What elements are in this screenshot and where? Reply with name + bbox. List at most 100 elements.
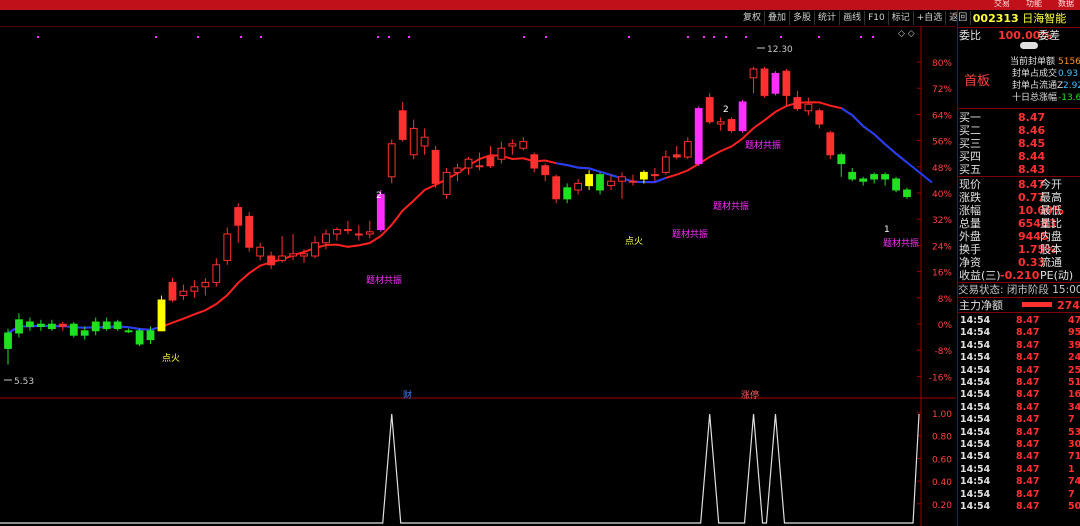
tick-time: 14:54	[960, 315, 991, 326]
signal-dot	[545, 36, 547, 38]
ignite-label: 点火	[162, 353, 180, 364]
tick-price: 8.47	[1016, 414, 1040, 426]
candle-body	[289, 253, 298, 257]
tick-row: 14:54 8.47 53	[958, 427, 1080, 439]
signal-dot	[860, 36, 862, 38]
toolbar-add-fav[interactable]: +自选	[914, 11, 947, 25]
toolbar-draw[interactable]: 画线	[840, 11, 866, 25]
signal-dot	[37, 36, 39, 38]
divider	[958, 297, 1080, 298]
toolbar-mark[interactable]: 标记	[889, 11, 914, 25]
osc-tick-label: 0.60	[932, 455, 952, 465]
menu-function[interactable]: 功能	[1026, 0, 1042, 10]
candle-body	[157, 299, 166, 332]
candle-body	[398, 110, 407, 140]
toggle-icon[interactable]	[1020, 42, 1038, 49]
tick-price: 8.47	[1016, 327, 1040, 339]
signal-dot	[240, 36, 242, 38]
tick-price: 8.47	[1016, 315, 1040, 326]
candle-body	[607, 180, 615, 187]
tick-row: 14:54 8.47 1	[958, 464, 1080, 476]
candle-body	[102, 321, 111, 330]
count-label: 1	[884, 225, 890, 235]
candle-body	[223, 233, 232, 261]
menu-data[interactable]: 数据	[1058, 0, 1074, 10]
stat-value: -0.210	[1000, 269, 1040, 282]
stat-row: 收益(三) -0.210 PE(动)	[958, 269, 1080, 282]
ma-line-blue	[840, 107, 908, 164]
kline-chart[interactable]: 80% 72% 64% 56% 48% 40% 32% 24% 16% 8% 0% -8% -16% 1.…	[0, 26, 956, 526]
candle-body	[190, 286, 199, 292]
low-price-label: 5.53	[14, 377, 34, 387]
candle-body	[256, 246, 265, 257]
tick-price: 8.47	[1016, 377, 1040, 388]
candle-body	[541, 165, 550, 176]
divider	[958, 108, 1080, 109]
candle-body	[826, 132, 835, 156]
signal-dot	[687, 36, 689, 38]
menu-trade[interactable]: 交易	[994, 0, 1010, 10]
tick-row: 14:54 8.47 95	[958, 327, 1080, 339]
tick-volume: 25	[1068, 364, 1080, 376]
tick-price: 8.47	[1016, 364, 1040, 376]
toolbar-stats[interactable]: 统计	[815, 11, 841, 25]
candle-body	[661, 156, 670, 173]
tick-price: 8.47	[1016, 401, 1040, 413]
candle-body	[804, 103, 813, 112]
stat-label-2: 内盘	[1040, 230, 1062, 243]
candle-body	[453, 167, 462, 173]
theme-resonance-label: 题材共振	[672, 228, 708, 240]
toolbar-fuquan[interactable]: 复权	[740, 11, 766, 25]
osc-tick-label: 0.80	[932, 433, 952, 443]
candle-body	[146, 330, 155, 341]
candle-body	[596, 174, 604, 191]
candle-body	[585, 174, 594, 187]
candle-body	[69, 323, 78, 336]
toolbar-multi[interactable]: 多股	[790, 11, 816, 25]
tick-row: 14:54 8.47 25	[958, 365, 1080, 377]
signal-dot	[703, 36, 705, 38]
tick-volume: 47	[1068, 315, 1080, 326]
tick-volume: 71	[1068, 451, 1080, 463]
count-label: 2	[723, 105, 729, 115]
candle-body	[245, 215, 254, 248]
tick-time: 14:54	[960, 389, 991, 401]
tick-volume: 95	[1068, 327, 1080, 339]
stat-label: 涨跌	[959, 191, 981, 204]
candle-body	[420, 136, 429, 147]
osc-tick-label: 0.20	[932, 501, 952, 511]
candle-body	[234, 207, 243, 226]
price-tick-label: 48%	[932, 164, 952, 174]
tick-row: 14:54 8.47 74	[958, 476, 1080, 488]
chart-labels: 12.305.53点火点火题材共振题材共振题材共振题材共振题材共振221财 涨停◇…	[4, 29, 919, 401]
candle-body	[354, 233, 363, 236]
candle-body	[837, 154, 846, 165]
tick-time: 14:54	[960, 488, 991, 500]
bid-row-1: 买一 8.47	[959, 111, 1046, 124]
candle-body	[508, 143, 517, 147]
tick-time: 14:54	[960, 426, 991, 438]
candle-body	[267, 255, 276, 266]
toolbar-f10[interactable]: F10	[865, 11, 889, 25]
tick-time: 14:54	[960, 352, 991, 364]
stat-label: 收益(三)	[959, 269, 1001, 282]
tick-volume: 51	[1068, 377, 1080, 388]
theme-resonance-label: 题材共振	[745, 139, 781, 151]
price-tick-label: 0%	[938, 321, 953, 331]
signal-dot	[260, 36, 262, 38]
price-tick-label: 56%	[932, 138, 952, 148]
signal-dot	[745, 36, 747, 38]
stock-name: 日海智能	[1022, 12, 1067, 25]
tick-volume: 74	[1068, 476, 1080, 488]
stat-row: 换手 1.75% 股本	[958, 243, 1080, 256]
candle-body	[694, 108, 703, 165]
tick-row: 14:54 8.47 30	[958, 439, 1080, 451]
toolbar-overlay[interactable]: 叠加	[765, 11, 791, 25]
candle-body	[322, 233, 330, 244]
divider	[958, 312, 1080, 313]
candle-body	[497, 147, 506, 160]
candle-body	[672, 154, 681, 158]
count-label: 2	[376, 191, 382, 201]
signal-dot	[713, 36, 715, 38]
price-tick-label: 24%	[932, 242, 952, 252]
